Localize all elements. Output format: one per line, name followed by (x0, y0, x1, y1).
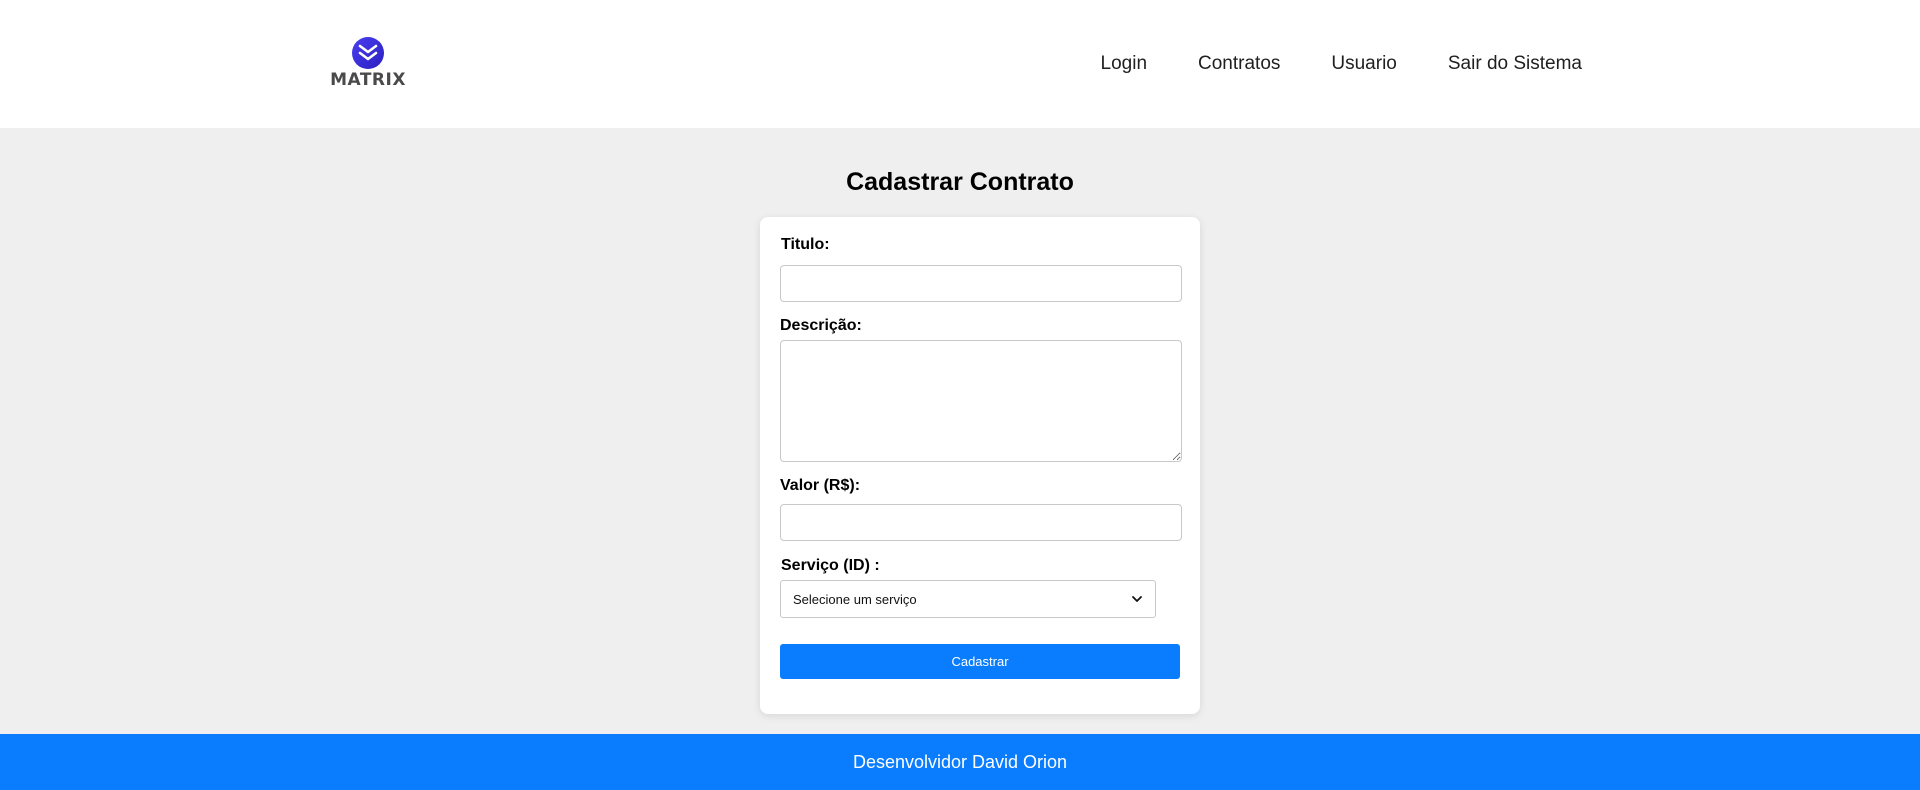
nav-login[interactable]: Login (1101, 52, 1148, 76)
chevrons-down-logo-icon (352, 37, 384, 69)
footer: Desenvolvidor David Orion (0, 734, 1920, 790)
nav-sair-do-sistema[interactable]: Sair do Sistema (1448, 52, 1582, 76)
valor-label: Valor (R$): (780, 477, 861, 494)
page-title: Cadastrar Contrato (846, 168, 1074, 196)
contract-form: Titulo: Descrição: Valor (R$): Serviço (… (760, 217, 1200, 714)
brand-name: MATRIX (330, 70, 406, 90)
cadastrar-button[interactable]: Cadastrar (780, 644, 1180, 679)
servico-select[interactable]: Selecione um serviço (780, 580, 1156, 618)
valor-input[interactable] (780, 504, 1182, 541)
descricao-label: Descrição: (780, 317, 862, 334)
brand-logo[interactable]: MATRIX (328, 36, 408, 92)
nav-usuario[interactable]: Usuario (1331, 52, 1396, 76)
descricao-textarea[interactable] (780, 340, 1182, 462)
titulo-label: Titulo: (781, 236, 830, 253)
main-nav: Login Contratos Usuario Sair do Sistema (1101, 52, 1582, 76)
footer-text: Desenvolvidor David Orion (852, 751, 1068, 772)
top-header: MATRIX Login Contratos Usuario Sair do S… (0, 0, 1920, 128)
servico-selected-value: Selecione um serviço (793, 591, 917, 607)
servico-label: Serviço (ID) : (781, 557, 880, 574)
titulo-input[interactable] (780, 265, 1182, 302)
chevron-down-icon (1132, 596, 1142, 602)
nav-contratos[interactable]: Contratos (1198, 52, 1280, 76)
